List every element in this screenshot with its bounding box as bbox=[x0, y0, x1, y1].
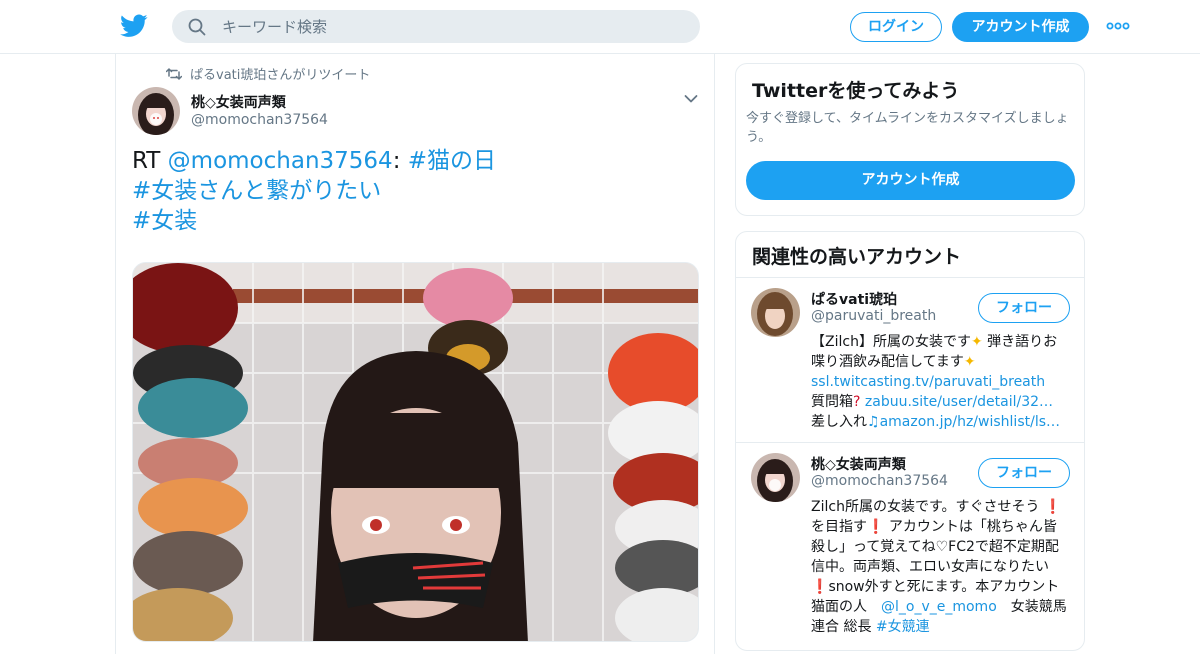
account-name[interactable]: 桃◇女装両声類 bbox=[811, 454, 906, 474]
avatar[interactable] bbox=[751, 288, 800, 337]
tweet-column: ぱるvati琥珀さんがリツイート 桃◇女装両声類 @momochan37564 … bbox=[115, 54, 715, 654]
bio-text: 差し入れ bbox=[811, 414, 867, 430]
follow-button[interactable]: フォロー bbox=[978, 458, 1070, 488]
create-account-button[interactable]: アカウント作成 bbox=[746, 161, 1075, 200]
account-bio: Zilch所属の女装です。すぐさせそう ❗を目指す❗ アカウントは「桃ちゃん皆殺… bbox=[811, 497, 1067, 637]
account-bio: 【Zilch】所属の女装です✦ 弾き語りお喋り酒飲み配信してます✦ ssl.tw… bbox=[811, 332, 1067, 432]
bio-link[interactable]: @l_o_v_e_momo bbox=[881, 599, 997, 615]
sparkles-icon: ✦ bbox=[963, 354, 976, 370]
exclamation-icon: ❗ bbox=[1044, 499, 1062, 515]
retweet-icon bbox=[166, 68, 182, 80]
avatar-photo bbox=[751, 453, 800, 502]
avatar[interactable] bbox=[751, 453, 800, 502]
account-handle[interactable]: @paruvati_breath bbox=[811, 308, 936, 324]
signup-card: Twitterを使ってみよう 今すぐ登録して、タイムラインをカスタマイズしましょ… bbox=[735, 63, 1085, 216]
signup-card-title: Twitterを使ってみよう bbox=[752, 80, 960, 102]
tweet-author-handle[interactable]: @momochan37564 bbox=[191, 112, 328, 128]
tweet-author-name[interactable]: 桃◇女装両声類 bbox=[191, 92, 286, 112]
follow-button[interactable]: フォロー bbox=[978, 293, 1070, 323]
twitter-bird-icon[interactable] bbox=[120, 13, 148, 39]
search-box[interactable] bbox=[172, 10, 700, 43]
top-nav: ログイン アカウント作成 bbox=[0, 0, 1200, 54]
tweet-colon: : bbox=[392, 148, 408, 174]
sparkles-icon: ✦ bbox=[970, 334, 983, 350]
bio-text: Zilch所属の女装です。すぐさせそう bbox=[811, 499, 1040, 515]
divider bbox=[736, 442, 1084, 443]
chevron-down-icon[interactable] bbox=[684, 94, 698, 104]
bio-link[interactable]: amazon.jp/hz/wishlist/ls… bbox=[880, 414, 1060, 430]
account-handle[interactable]: @momochan37564 bbox=[811, 473, 948, 489]
bio-text: を目指す bbox=[811, 519, 867, 535]
signup-card-subtitle: 今すぐ登録して、タイムラインをカスタマイズしましょう。 bbox=[746, 111, 1069, 145]
photo-image bbox=[133, 263, 698, 641]
bio-link[interactable]: ssl.twitcasting.tv/paruvati_breath bbox=[811, 374, 1045, 390]
hashtag-link[interactable]: #猫の日 bbox=[408, 148, 496, 174]
avatar[interactable] bbox=[132, 87, 180, 135]
account-name[interactable]: ぱるvati琥珀 bbox=[811, 289, 897, 309]
tweet-text: RT @momochan37564: #猫の日 #女装さんと繋がりたい #女装 bbox=[132, 146, 692, 236]
login-button[interactable]: ログイン bbox=[850, 12, 942, 42]
more-dots-icon[interactable] bbox=[1106, 19, 1130, 33]
exclamation-icon: ❗ bbox=[867, 519, 885, 535]
bio-link[interactable]: #女競連 bbox=[876, 619, 930, 635]
question-icon: ? bbox=[853, 394, 861, 410]
related-accounts-card: 関連性の高いアカウント ぱるvati琥珀 @paruvati_breath フォ… bbox=[735, 231, 1085, 651]
bio-text: 【Zilch】所属の女装です bbox=[811, 334, 971, 350]
bio-link[interactable]: zabuu.site/user/detail/32… bbox=[865, 394, 1053, 410]
avatar-photo bbox=[132, 87, 180, 135]
search-icon bbox=[188, 18, 206, 36]
divider bbox=[736, 277, 1084, 278]
tweet-rt-prefix: RT bbox=[132, 148, 168, 174]
hashtag-link[interactable]: #女装さんと繋がりたい bbox=[132, 178, 381, 204]
tweet-mention-link[interactable]: @momochan37564 bbox=[168, 148, 393, 174]
related-accounts-title: 関連性の高いアカウント bbox=[752, 246, 962, 268]
retweeted-by-text: ぱるvati琥珀さんがリツイート bbox=[190, 68, 371, 83]
exclamation-icon: ❗ bbox=[811, 579, 829, 595]
signup-button[interactable]: アカウント作成 bbox=[952, 12, 1089, 42]
music-note-icon: ♫ bbox=[867, 414, 880, 430]
hashtag-link[interactable]: #女装 bbox=[132, 208, 197, 234]
tweet-media-photo[interactable] bbox=[132, 262, 699, 642]
avatar-photo bbox=[751, 288, 800, 337]
retweet-context: ぱるvati琥珀さんがリツイート bbox=[166, 64, 370, 83]
search-input[interactable] bbox=[222, 10, 682, 43]
